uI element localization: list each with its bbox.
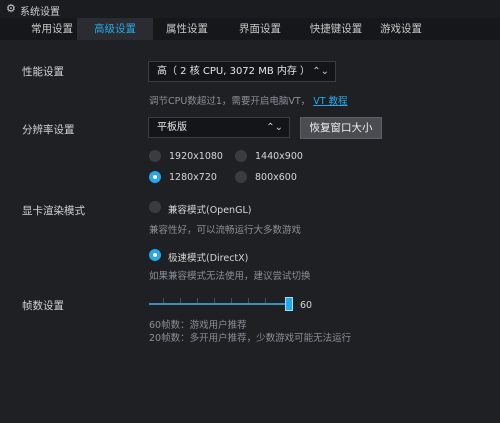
slider-tick <box>163 298 164 303</box>
performance-hint: 调节CPU数超过1，需要开启电脑VT， VT 教程 <box>149 93 348 107</box>
title-bar: ⚙ 系统设置 <box>0 0 500 18</box>
vt-tutorial-link[interactable]: VT 教程 <box>313 96 347 107</box>
tab-bar: 常用设置 高级设置 属性设置 界面设置 快捷键设置 游戏设置 <box>0 18 500 40</box>
tab-interface[interactable]: 界面设置 <box>222 18 298 40</box>
slider-tick <box>214 298 215 303</box>
radio-1440x900-label: 1440x900 <box>255 151 303 162</box>
fps-value: 60 <box>300 300 313 311</box>
compat-mode-label: 兼容模式(OpenGL) <box>168 205 252 216</box>
fps-slider-track[interactable] <box>149 303 291 305</box>
slider-tick <box>248 298 249 303</box>
radio-speed-mode[interactable] <box>149 249 161 261</box>
compat-mode-hint: 兼容性好，可以流畅运行大多数游戏 <box>149 225 302 236</box>
slider-tick <box>265 298 266 303</box>
speed-mode-hint: 如果兼容模式无法使用，建议尝试切换 <box>149 271 311 282</box>
fps-hint-60: 60帧数：游戏用户推荐 <box>149 320 247 331</box>
restore-window-size-button[interactable]: 恢复窗口大小 <box>300 117 382 139</box>
performance-select[interactable]: 高（ 2 核 CPU, 3072 MB 内存 ） ⌃⌄ <box>148 61 336 82</box>
radio-compat-mode[interactable] <box>149 201 161 213</box>
slider-tick <box>231 298 232 303</box>
tab-advanced[interactable]: 高级设置 <box>77 18 153 40</box>
radio-1440x900[interactable] <box>235 150 247 162</box>
render-mode-label: 显卡渲染模式 <box>22 205 85 217</box>
slider-tick <box>197 298 198 303</box>
slider-tick <box>180 298 181 303</box>
gear-icon: ⚙ <box>6 2 16 15</box>
speed-mode-label: 极速模式(DirectX) <box>168 253 249 264</box>
resolution-select-value: 平板版 <box>157 122 187 133</box>
performance-label: 性能设置 <box>22 66 64 78</box>
tab-games[interactable]: 游戏设置 <box>363 18 439 40</box>
radio-1920x1080-label: 1920x1080 <box>169 151 223 162</box>
fps-hint-20: 20帧数：多开用户推荐，少数游戏可能无法运行 <box>149 333 352 344</box>
fps-slider-handle[interactable] <box>285 297 293 311</box>
radio-1280x720-label: 1280x720 <box>169 172 217 183</box>
radio-1920x1080[interactable] <box>149 150 161 162</box>
tab-properties[interactable]: 属性设置 <box>149 18 225 40</box>
chevron-updown-icon: ⌃⌄ <box>312 66 329 77</box>
resolution-select[interactable]: 平板版 ⌃⌄ <box>148 117 290 138</box>
chevron-updown-icon: ⌃⌄ <box>266 122 283 133</box>
fps-label: 帧数设置 <box>22 300 64 312</box>
resolution-label: 分辨率设置 <box>22 124 75 136</box>
radio-800x600-label: 800x600 <box>255 172 297 183</box>
performance-select-value: 高（ 2 核 CPU, 3072 MB 内存 ） <box>157 66 311 77</box>
radio-800x600[interactable] <box>235 171 247 183</box>
performance-hint-text: 调节CPU数超过1，需要开启电脑VT， <box>149 96 311 107</box>
window-title: 系统设置 <box>20 7 60 18</box>
radio-1280x720[interactable] <box>149 171 161 183</box>
